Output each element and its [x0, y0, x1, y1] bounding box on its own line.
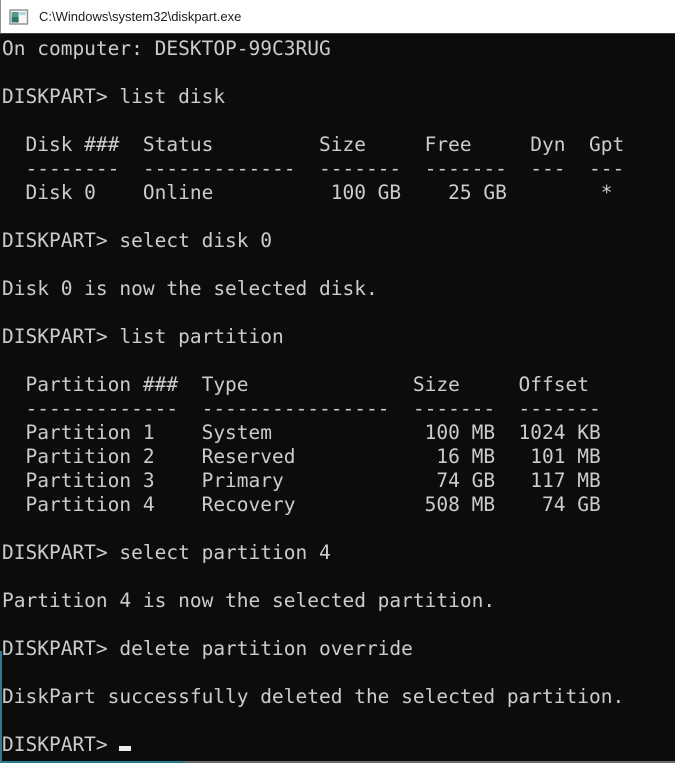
- console-line: On computer: DESKTOP-99C3RUG: [2, 37, 675, 61]
- console-line: Partition 1 System 100 MB 1024 KB: [2, 421, 675, 445]
- console-line: Partition ### Type Size Offset: [2, 373, 675, 397]
- window-title: C:\Windows\system32\diskpart.exe: [39, 9, 241, 24]
- console-line: -------- ------------- ------- ------- -…: [2, 157, 675, 181]
- console-line: Disk ### Status Size Free Dyn Gpt: [2, 133, 675, 157]
- diskpart-window: C:\Windows\system32\diskpart.exe On comp…: [0, 0, 675, 763]
- console-line: [2, 61, 675, 85]
- console-line: Disk 0 Online 100 GB 25 GB *: [2, 181, 675, 205]
- console-line: [2, 349, 675, 373]
- title-bar[interactable]: C:\Windows\system32\diskpart.exe: [0, 0, 675, 34]
- console-line: DISKPART>: [2, 733, 675, 757]
- console-window-icon[interactable]: [9, 7, 29, 27]
- console-output[interactable]: On computer: DESKTOP-99C3RUG DISKPART> li…: [0, 34, 675, 763]
- console-line: Disk 0 is now the selected disk.: [2, 277, 675, 301]
- console-line: [2, 253, 675, 277]
- console-line: Partition 4 is now the selected partitio…: [2, 589, 675, 613]
- console-line: DISKPART> list disk: [2, 85, 675, 109]
- console-line: [2, 613, 675, 637]
- console-line: [2, 709, 675, 733]
- console-line: [2, 661, 675, 685]
- text-cursor: [119, 746, 131, 751]
- console-line: Partition 4 Recovery 508 MB 74 GB: [2, 493, 675, 517]
- console-line: Partition 2 Reserved 16 MB 101 MB: [2, 445, 675, 469]
- console-line: ------------- ---------------- ------- -…: [2, 397, 675, 421]
- console-line: Partition 3 Primary 74 GB 117 MB: [2, 469, 675, 493]
- window-border-accent-left: [0, 651, 2, 763]
- console-line: [2, 109, 675, 133]
- console-line: DISKPART> list partition: [2, 325, 675, 349]
- console-line: DISKPART> delete partition override: [2, 637, 675, 661]
- console-line: DISKPART> select partition 4: [2, 541, 675, 565]
- console-line: [2, 205, 675, 229]
- console-line: [2, 517, 675, 541]
- console-line: DiskPart successfully deleted the select…: [2, 685, 675, 709]
- console-line: [2, 301, 675, 325]
- console-line: DISKPART> select disk 0: [2, 229, 675, 253]
- console-line: [2, 565, 675, 589]
